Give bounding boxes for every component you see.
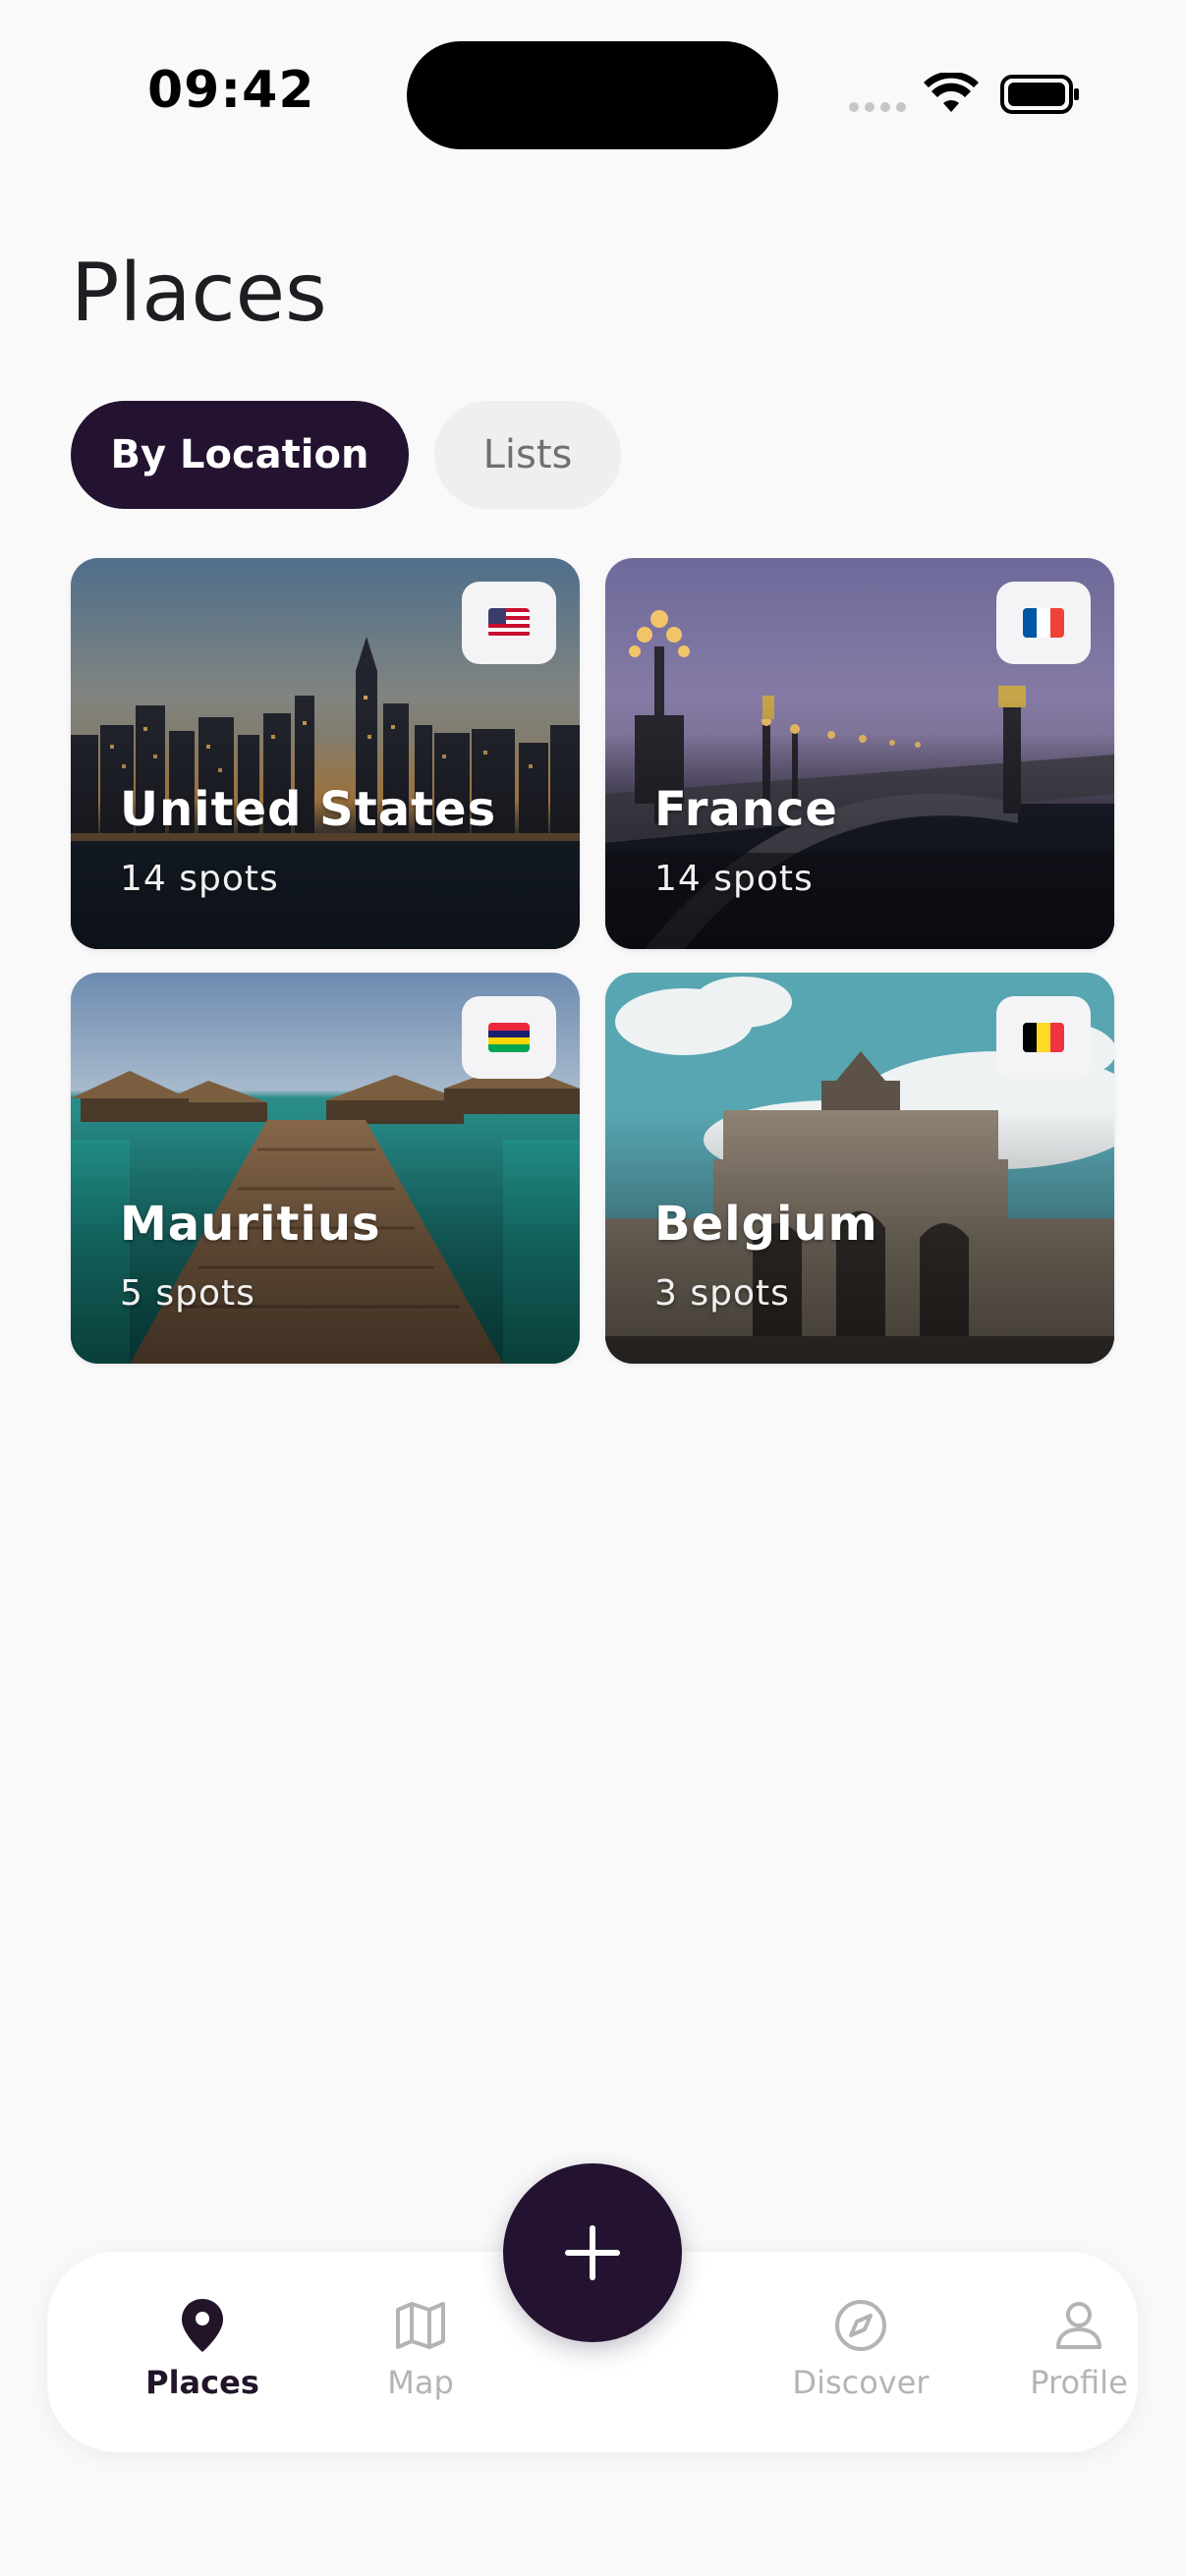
fr-flag-icon [1023, 608, 1064, 638]
tab-lists[interactable]: Lists [434, 401, 621, 509]
pin-icon [180, 2295, 225, 2356]
mu-flag-icon [488, 1023, 530, 1052]
place-card-belgium[interactable]: Belgium 3 spots [605, 973, 1114, 1364]
nav-item-profile[interactable]: Profile [981, 2252, 1177, 2452]
place-count: 3 spots [654, 1273, 790, 1314]
nav-item-discover[interactable]: Discover [762, 2252, 959, 2452]
us-flag-icon [488, 608, 530, 638]
place-card-france[interactable]: France 14 spots [605, 558, 1114, 949]
place-count: 5 spots [120, 1273, 255, 1314]
dynamic-island [407, 41, 778, 149]
map-icon [395, 2295, 446, 2356]
compass-icon [833, 2295, 888, 2356]
nav-label: Places [145, 2364, 259, 2401]
place-name: France [654, 782, 838, 837]
flag-badge [996, 996, 1091, 1079]
page-title: Places [71, 247, 327, 340]
place-card-mauritius[interactable]: Mauritius 5 spots [71, 973, 580, 1364]
plus-icon [565, 2225, 620, 2280]
person-icon [1054, 2295, 1103, 2356]
place-name: United States [120, 782, 497, 837]
tab-by-location[interactable]: By Location [71, 401, 409, 509]
status-time: 09:42 [147, 61, 315, 120]
nav-label: Discover [792, 2364, 930, 2401]
place-count: 14 spots [120, 859, 279, 899]
place-name: Belgium [654, 1197, 878, 1252]
add-place-button[interactable] [503, 2163, 682, 2342]
nav-label: Map [387, 2364, 454, 2401]
flag-badge [462, 996, 556, 1079]
nav-item-map[interactable]: Map [322, 2252, 519, 2452]
place-name: Mauritius [120, 1197, 381, 1252]
flag-badge [462, 582, 556, 664]
place-card-united-states[interactable]: United States 14 spots [71, 558, 580, 949]
flag-badge [996, 582, 1091, 664]
wifi-icon [924, 71, 979, 118]
be-flag-icon [1023, 1023, 1064, 1052]
place-count: 14 spots [654, 859, 814, 899]
battery-icon [1000, 75, 1081, 120]
signal-icon [849, 102, 906, 112]
nav-item-places[interactable]: Places [104, 2252, 301, 2452]
nav-label: Profile [1030, 2364, 1128, 2401]
